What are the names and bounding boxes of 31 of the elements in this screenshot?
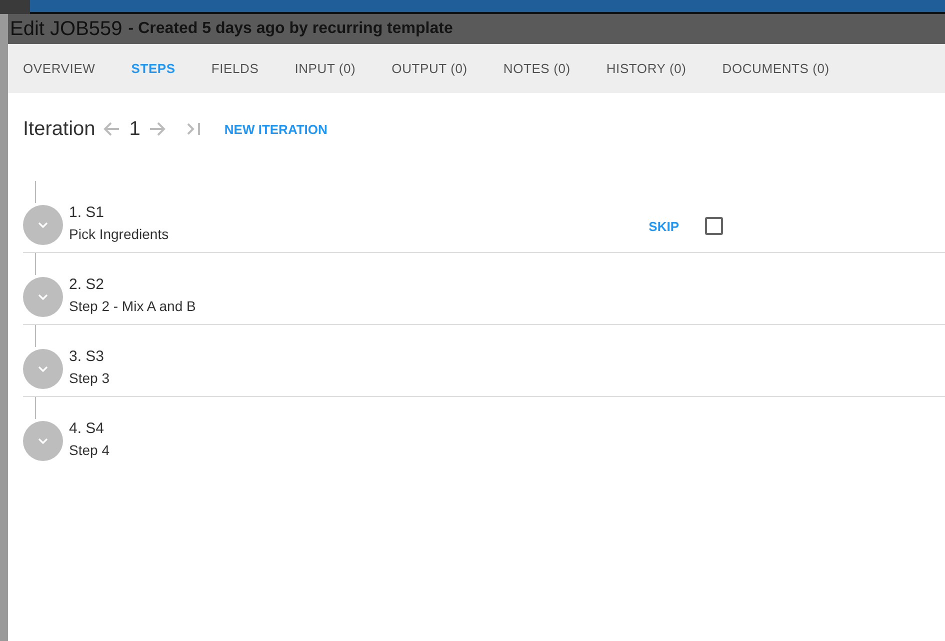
tab[interactable]: DOCUMENTS (0) bbox=[722, 55, 850, 82]
step-title: 2. S2 bbox=[69, 275, 106, 295]
step-description: Step 4 bbox=[69, 441, 110, 460]
step-title: 3. S3 bbox=[69, 347, 106, 367]
step-title: 1. S1 bbox=[69, 203, 106, 223]
chevron-down-icon bbox=[37, 221, 49, 229]
tab[interactable]: HISTORY (0) bbox=[606, 55, 706, 82]
chevron-down-icon bbox=[37, 365, 49, 373]
back-arrow-icon[interactable] bbox=[103, 120, 122, 138]
dialog-subtitle: - Created 5 days ago by recurring template bbox=[128, 20, 453, 38]
step-description: Pick Ingredients bbox=[69, 225, 170, 244]
forward-arrow-icon[interactable] bbox=[148, 120, 166, 138]
expand-button[interactable] bbox=[23, 205, 63, 245]
tab[interactable]: FIELDS bbox=[211, 55, 279, 82]
iteration-number: 1 bbox=[129, 118, 140, 140]
chevron-down-icon bbox=[37, 293, 49, 301]
step-description: Step 3 bbox=[69, 369, 110, 388]
expand-button[interactable] bbox=[23, 349, 63, 389]
step-description: Step 2 - Mix A and B bbox=[69, 297, 197, 316]
expand-button[interactable] bbox=[23, 421, 63, 461]
checkbox[interactable] bbox=[705, 217, 723, 235]
iteration-label: Iteration bbox=[23, 118, 96, 140]
tab[interactable]: OUTPUT (0) bbox=[392, 55, 488, 82]
expand-button[interactable] bbox=[23, 277, 63, 317]
last-page-icon[interactable] bbox=[186, 122, 202, 136]
tab[interactable]: NOTES (0) bbox=[503, 55, 590, 82]
tab[interactable]: INPUT (0) bbox=[294, 55, 376, 82]
step-title: 4. S4 bbox=[69, 419, 106, 439]
dialog-title: Edit JOB559 bbox=[10, 18, 122, 40]
chevron-down-icon bbox=[37, 437, 49, 445]
tab[interactable]: OVERVIEW bbox=[23, 55, 116, 82]
